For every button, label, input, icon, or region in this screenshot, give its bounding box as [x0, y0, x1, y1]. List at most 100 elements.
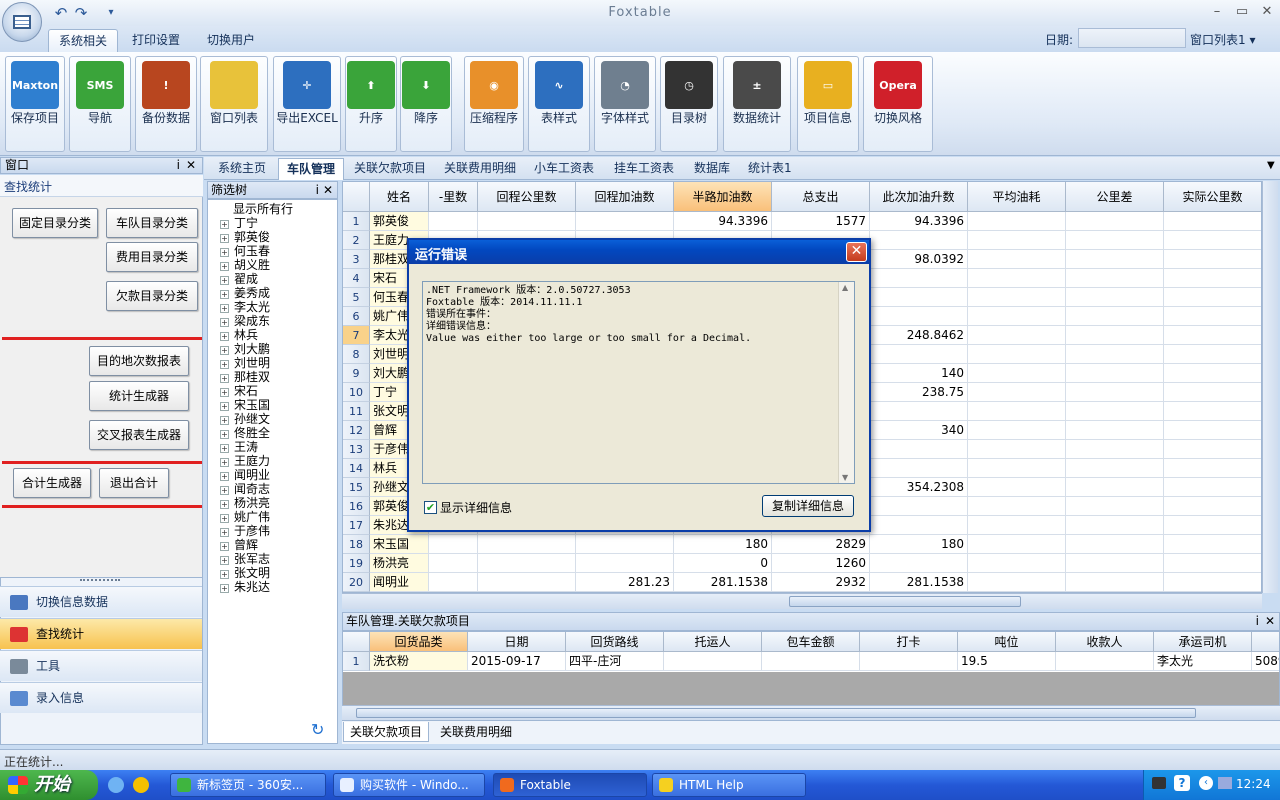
grid-cell[interactable]	[1066, 478, 1164, 497]
grid-cell[interactable]	[1164, 326, 1261, 345]
cross-report-button[interactable]: 交叉报表生成器	[89, 420, 189, 450]
grid-cell[interactable]	[1164, 250, 1261, 269]
tree-item[interactable]: + 王涛	[220, 440, 258, 454]
minimize-button[interactable]: –	[1206, 4, 1228, 22]
tree-item[interactable]: + 丁宁	[220, 216, 258, 230]
grid-cell[interactable]	[1164, 212, 1261, 231]
splitter-grip[interactable]	[80, 579, 120, 583]
close-icon[interactable]: ✕	[1265, 613, 1275, 630]
grid-cell[interactable]: 281.1538	[870, 573, 968, 592]
tree-item[interactable]: + 刘大鹏	[220, 342, 270, 356]
row-number[interactable]: 5	[343, 288, 370, 307]
grid-cell[interactable]	[1066, 269, 1164, 288]
column-header[interactable]: 平均油耗	[968, 182, 1066, 212]
grid-cell[interactable]	[1164, 440, 1261, 459]
grid-cell[interactable]: 郭英俊	[370, 212, 429, 231]
column-header[interactable]: 承运司机	[1154, 632, 1252, 652]
row-number[interactable]: 2	[343, 231, 370, 250]
help-tray-icon[interactable]: ?	[1174, 775, 1190, 791]
row-number[interactable]: 12	[343, 421, 370, 440]
grid-cell[interactable]	[576, 535, 674, 554]
debt-category-button[interactable]: 欠款目录分类	[106, 281, 198, 311]
expand-icon[interactable]: +	[220, 430, 229, 439]
grid-cell[interactable]: 281.23	[576, 573, 674, 592]
grid-cell[interactable]	[870, 288, 968, 307]
expand-tray-icon[interactable]: ‹	[1199, 776, 1213, 790]
grid-cell[interactable]: 洗衣粉	[370, 652, 468, 671]
expand-icon[interactable]: +	[220, 528, 229, 537]
grid-cell[interactable]	[1066, 440, 1164, 459]
column-header[interactable]: 打卡	[860, 632, 958, 652]
row-number[interactable]: 15	[343, 478, 370, 497]
expand-icon[interactable]: +	[220, 332, 229, 341]
close-window-button[interactable]: ✕	[1256, 4, 1278, 22]
tree-item[interactable]: + 孙继文	[220, 412, 270, 426]
ribbon-button-11[interactable]: ± 数据统计	[723, 56, 791, 152]
grid-cell[interactable]	[968, 307, 1066, 326]
row-number[interactable]: 1	[343, 212, 370, 231]
grid-cell[interactable]	[1164, 497, 1261, 516]
grid-cell[interactable]	[429, 212, 478, 231]
keyboard-icon[interactable]	[1152, 777, 1166, 789]
grid-cell[interactable]	[968, 364, 1066, 383]
grid-cell[interactable]	[968, 402, 1066, 421]
row-number[interactable]: 1	[343, 652, 370, 671]
tree-item[interactable]: + 刘世明	[220, 356, 270, 370]
grid-cell[interactable]	[1066, 212, 1164, 231]
grid-cell[interactable]	[1164, 573, 1261, 592]
row-number[interactable]: 4	[343, 269, 370, 288]
grid-cell[interactable]: 281.1538	[674, 573, 772, 592]
tab-related-debts[interactable]: 关联欠款项目	[343, 722, 430, 742]
grid-cell[interactable]	[1066, 535, 1164, 554]
expand-icon[interactable]: +	[220, 374, 229, 383]
ribbon-button-6[interactable]: ⬇ 降序	[400, 56, 452, 152]
grid-cell[interactable]	[1066, 459, 1164, 478]
grid-cell[interactable]	[1164, 402, 1261, 421]
grid-vertical-scrollbar[interactable]	[1262, 181, 1278, 593]
grid-cell[interactable]: 2829	[772, 535, 870, 554]
row-number[interactable]: 13	[343, 440, 370, 459]
row-number[interactable]: 3	[343, 250, 370, 269]
tree-item[interactable]: + 翟成	[220, 272, 258, 286]
copy-details-button[interactable]: 复制详细信息	[762, 495, 854, 517]
grid-corner[interactable]	[343, 182, 370, 212]
expand-icon[interactable]: +	[220, 234, 229, 243]
column-header[interactable]: 姓名	[370, 182, 429, 212]
grid-cell[interactable]: 354.2308	[870, 478, 968, 497]
grid-cell[interactable]	[1056, 652, 1154, 671]
row-number[interactable]: 16	[343, 497, 370, 516]
exit-sum-button[interactable]: 退出合计	[99, 468, 169, 498]
grid-cell[interactable]	[968, 383, 1066, 402]
app-menu-button[interactable]	[2, 2, 42, 42]
tree-item-show-all[interactable]: 显示所有行	[233, 202, 293, 216]
grid-cell[interactable]: 340	[870, 421, 968, 440]
close-icon[interactable]: ✕	[323, 182, 333, 198]
expand-icon[interactable]: +	[220, 486, 229, 495]
tabs-dropdown-icon[interactable]: ▼	[1267, 160, 1275, 171]
doc-tab-4[interactable]: 小车工资表	[526, 158, 602, 180]
expand-icon[interactable]: +	[220, 290, 229, 299]
doc-tab-1[interactable]: 车队管理	[278, 158, 345, 180]
grid-cell[interactable]	[478, 554, 576, 573]
expand-icon[interactable]: +	[220, 276, 229, 285]
expand-icon[interactable]: +	[220, 500, 229, 509]
column-header[interactable]: 吨位	[958, 632, 1056, 652]
row-number[interactable]: 7	[343, 326, 370, 345]
ribbon-button-8[interactable]: ∿ 表样式	[528, 56, 590, 152]
network-icon[interactable]	[1218, 777, 1232, 789]
360-icon[interactable]	[133, 777, 149, 793]
refresh-icon[interactable]: ↻	[311, 720, 324, 739]
grid-cell[interactable]	[1066, 573, 1164, 592]
ribbon-button-5[interactable]: ⬆ 升序	[345, 56, 397, 152]
tree-item[interactable]: + 朱兆达	[220, 580, 270, 594]
sum-generator-button[interactable]: 合计生成器	[13, 468, 91, 498]
tree-item[interactable]: + 梁成东	[220, 314, 270, 328]
grid-cell[interactable]	[968, 440, 1066, 459]
grid-cell[interactable]	[1066, 345, 1164, 364]
grid-cell[interactable]	[968, 554, 1066, 573]
grid-cell[interactable]	[1066, 383, 1164, 402]
pin-icon[interactable]: ⅰ	[177, 158, 180, 173]
tree-item[interactable]: + 宋玉国	[220, 398, 270, 412]
restore-button[interactable]: ▭	[1231, 4, 1253, 22]
tree-item[interactable]: + 何玉春	[220, 244, 270, 258]
